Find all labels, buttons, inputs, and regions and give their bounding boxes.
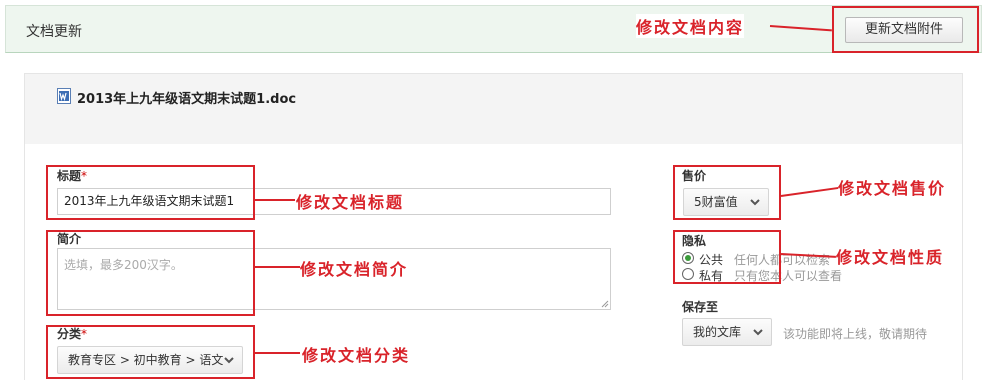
annotation-box-category [46, 325, 255, 379]
annotation-edit-price: 修改文档售价 [838, 175, 947, 199]
annotation-box-title [46, 165, 255, 220]
annotation-box-attachment [832, 6, 979, 53]
chevron-down-icon [753, 329, 763, 336]
annotation-connector [255, 266, 300, 268]
word-doc-icon [57, 88, 71, 104]
file-bar: 2013年上九年级语文期末试题1.doc [25, 74, 962, 144]
annotation-box-price [673, 165, 781, 220]
annotation-box-intro [46, 230, 255, 316]
resize-grip-icon[interactable] [601, 300, 609, 308]
save-to-label: 保存至 [682, 300, 719, 314]
annotation-edit-content: 修改文档内容 [636, 14, 745, 38]
annotation-edit-category: 修改文档分类 [302, 342, 411, 366]
save-to-value: 我的文库 [693, 325, 742, 339]
save-to-note: 该功能即将上线，敬请期待 [783, 327, 928, 341]
annotation-box-privacy [673, 230, 781, 284]
annotation-edit-privacy: 修改文档性质 [836, 244, 945, 268]
annotation-edit-intro: 修改文档简介 [300, 256, 409, 280]
page-title: 文档更新 [26, 24, 82, 40]
file-name: 2013年上九年级语文期末试题1.doc [77, 92, 297, 107]
annotation-connector [255, 352, 300, 354]
annotation-edit-title: 修改文档标题 [296, 189, 405, 213]
annotation-connector [255, 199, 295, 201]
save-to-select[interactable]: 我的文库 [682, 318, 772, 346]
